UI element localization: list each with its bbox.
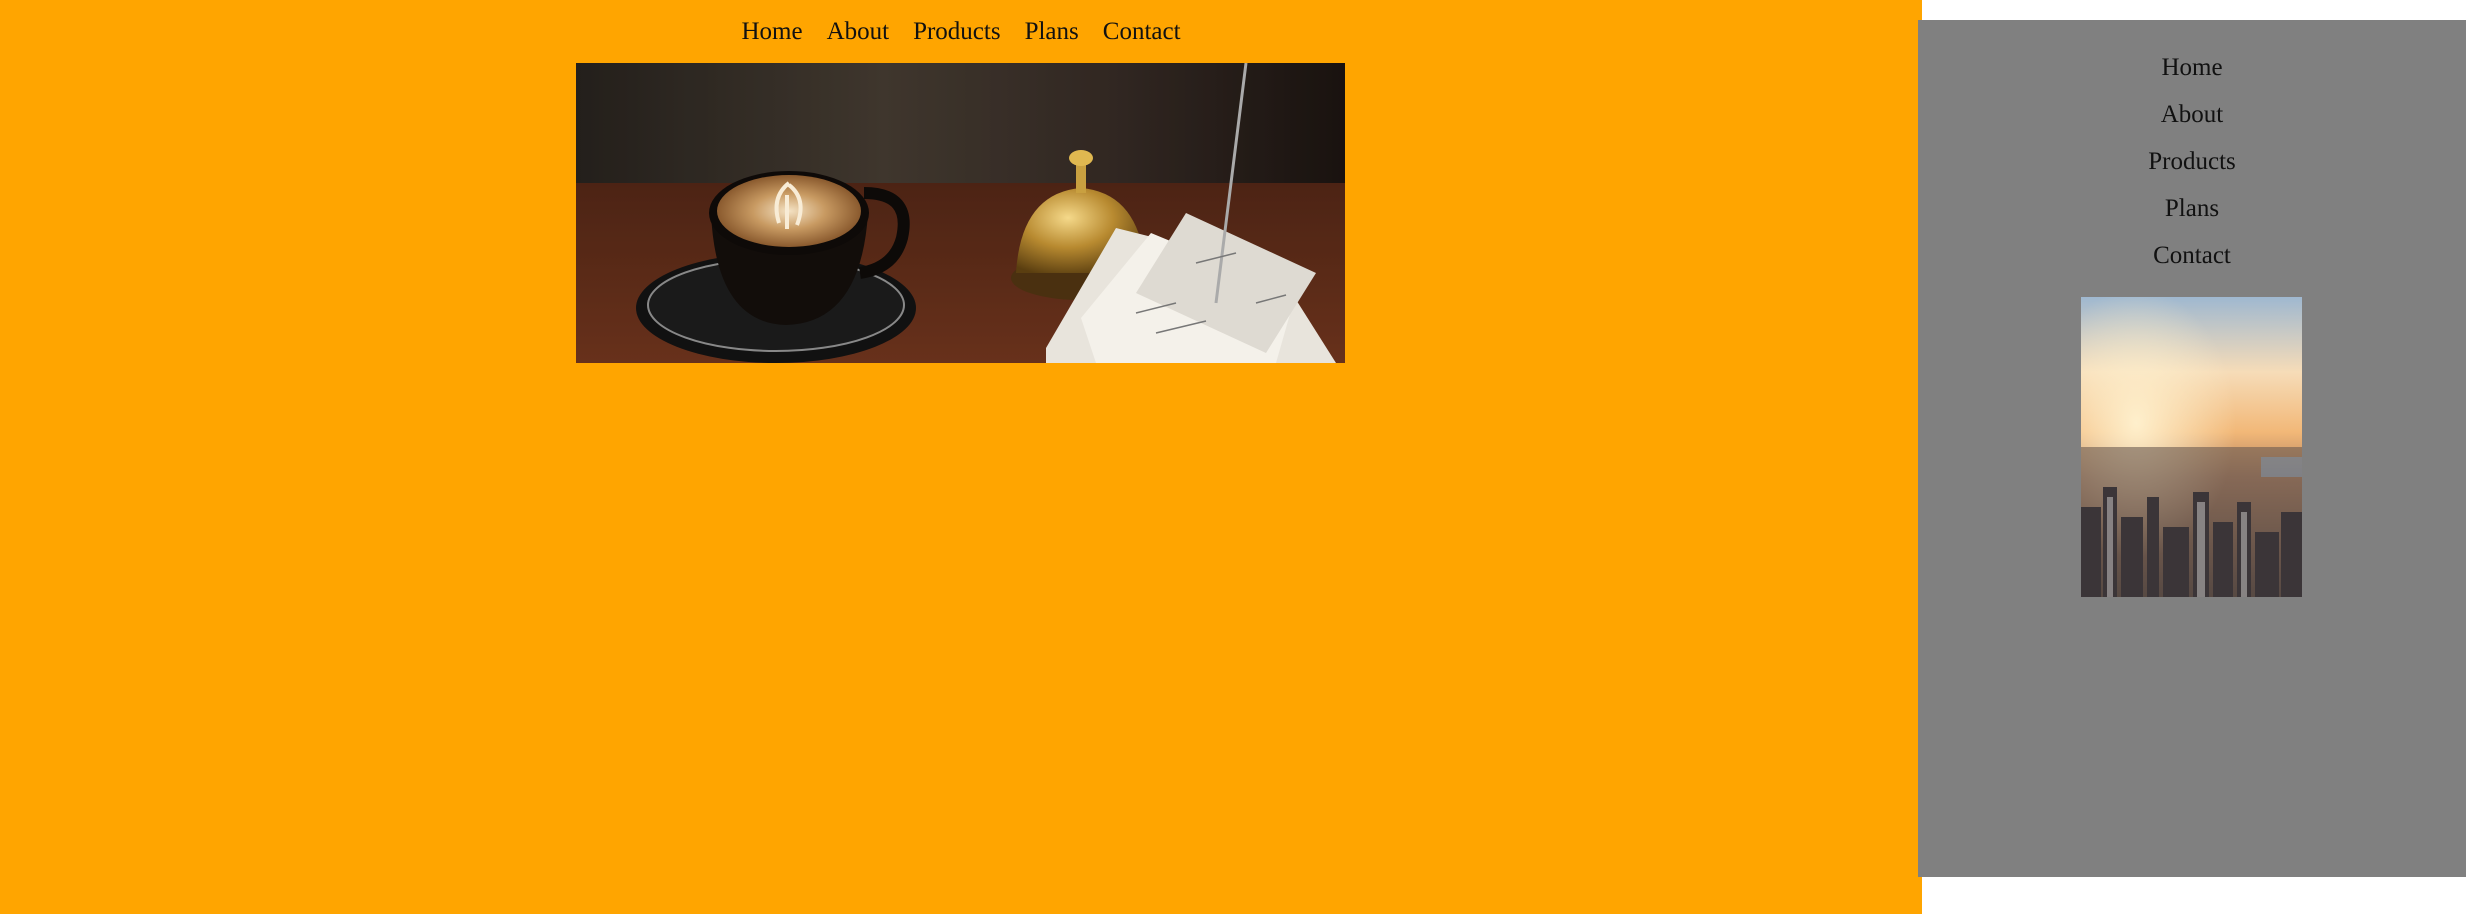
- top-nav-about[interactable]: About: [827, 18, 890, 46]
- city-photo: [2081, 297, 2302, 597]
- top-nav-plans[interactable]: Plans: [1025, 18, 1079, 46]
- top-nav: Home About Products Plans Contact: [0, 18, 1922, 46]
- city-image: [2081, 297, 2302, 597]
- sidebar-panel: Home About Products Plans Contact: [1918, 20, 2466, 877]
- main-panel: Home About Products Plans Contact: [0, 0, 1922, 914]
- side-nav-products[interactable]: Products: [2148, 148, 2236, 176]
- side-nav-contact[interactable]: Contact: [2153, 242, 2231, 270]
- top-nav-products[interactable]: Products: [913, 18, 1001, 46]
- side-nav: Home About Products Plans Contact: [1918, 54, 2466, 270]
- top-nav-home[interactable]: Home: [741, 18, 802, 46]
- hero-image: [576, 63, 1345, 363]
- side-nav-home[interactable]: Home: [2161, 54, 2222, 82]
- coffee-photo: [576, 63, 1345, 363]
- top-nav-contact[interactable]: Contact: [1103, 18, 1181, 46]
- side-nav-about[interactable]: About: [2161, 101, 2224, 129]
- side-nav-plans[interactable]: Plans: [2165, 195, 2219, 223]
